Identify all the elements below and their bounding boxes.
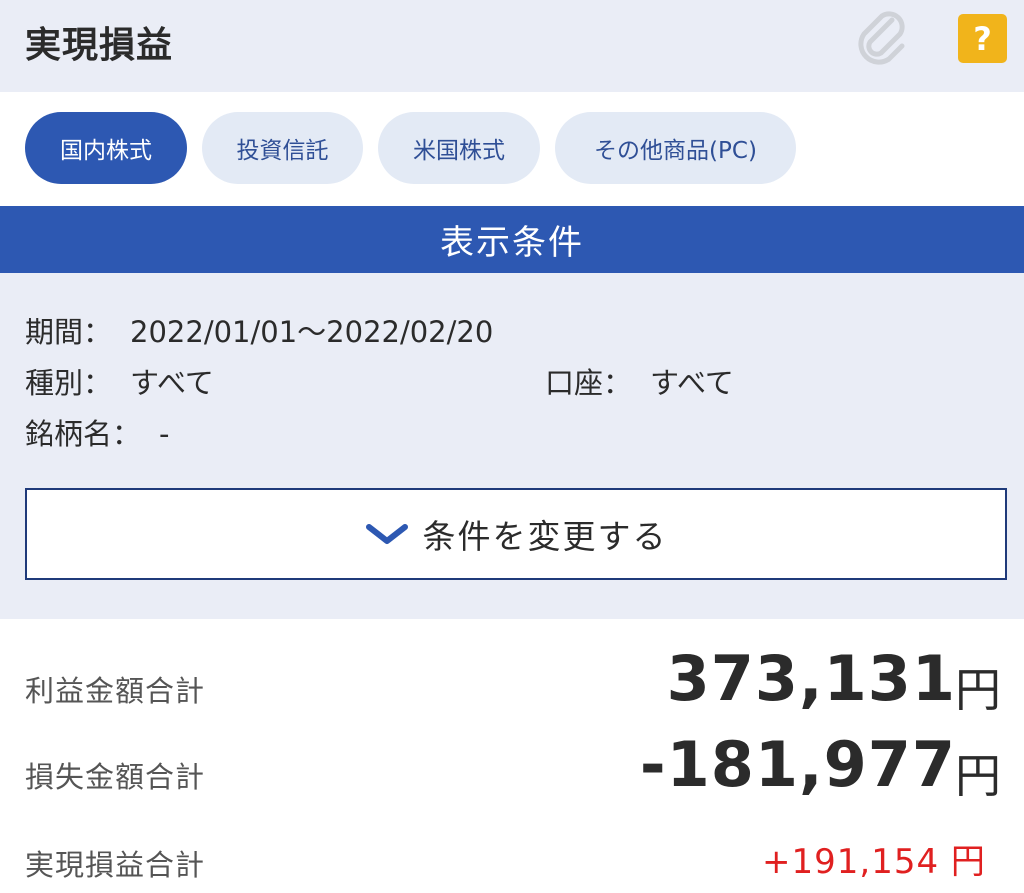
product-tabs: 国内株式 投資信託 米国株式 その他商品(PC) (0, 92, 1024, 206)
period-value: 2022/01/01～2022/02/20 (130, 315, 494, 349)
tab-other-products[interactable]: その他商品(PC) (555, 112, 796, 184)
tab-domestic-stocks[interactable]: 国内株式 (25, 112, 187, 184)
type-label: 種別： (25, 366, 113, 400)
loss-total-unit: 円 (955, 749, 1001, 803)
stock-name-label: 銘柄名： (25, 417, 142, 451)
change-conditions-label: 条件を変更する (422, 517, 668, 556)
account-value: すべて (650, 366, 734, 400)
realized-total-row: 実現損益合計 +191,154 円 (0, 826, 1024, 886)
stock-name-value: - (159, 417, 170, 451)
loss-total-row: 損失金額合計 -181,977 円 (0, 726, 1024, 806)
period-label: 期間： (25, 315, 113, 349)
chevron-down-icon (365, 524, 408, 544)
header: 実現損益 ? (0, 0, 1024, 92)
account-row: 口座： すべて (545, 360, 734, 402)
realized-total-label: 実現損益合計 (25, 848, 206, 882)
profit-total-unit: 円 (955, 663, 1001, 717)
type-value: すべて (130, 366, 214, 400)
account-label: 口座： (545, 366, 633, 400)
paperclip-icon[interactable] (852, 8, 912, 68)
realized-total-value: +191,154 円 (762, 842, 986, 882)
type-row: 種別： すべて (25, 360, 214, 402)
change-conditions-button[interactable]: 条件を変更する (25, 488, 1007, 580)
conditions-panel: 期間： 2022/01/01～2022/02/20 種別： すべて 口座： すべて 銘… (0, 273, 1024, 619)
stock-name-row: 銘柄名： - (25, 411, 169, 453)
profit-total-row: 利益金額合計 373,131 円 (0, 640, 1024, 720)
profit-total-label: 利益金額合計 (25, 674, 206, 708)
loss-total-value: -181,977 (639, 728, 956, 801)
profit-total-value: 373,131 (666, 642, 956, 715)
tab-investment-trusts[interactable]: 投資信託 (202, 112, 363, 184)
conditions-heading: 表示条件 (0, 206, 1024, 273)
tab-us-stocks[interactable]: 米国株式 (378, 112, 540, 184)
page-title: 実現損益 (25, 25, 174, 66)
period-row: 期間： 2022/01/01～2022/02/20 (25, 309, 493, 351)
help-icon[interactable]: ? (958, 14, 1007, 63)
loss-total-label: 損失金額合計 (25, 760, 206, 794)
